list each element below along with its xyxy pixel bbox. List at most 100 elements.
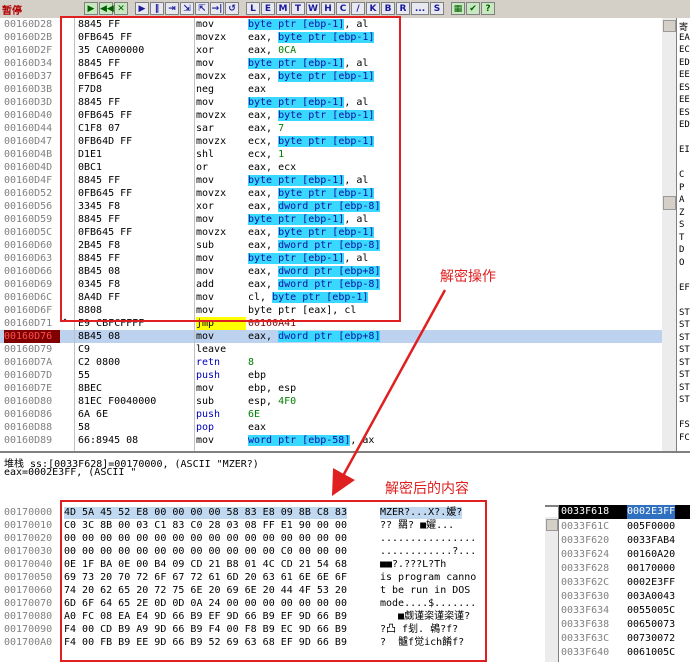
toolbar-button[interactable]: T [291,2,305,15]
toolbar-button[interactable]: L [246,2,260,15]
stack-value: 00170000 [627,563,676,574]
stack-row[interactable]: 0033F634 0055005C [559,604,690,618]
toolbar-button[interactable]: B [381,2,395,15]
decrypted-content-annotation: 解密后的内容 [385,481,469,497]
stack-value: 0002E3FF [627,505,676,519]
stack-row[interactable]: 0033F624 00160A20 [559,548,690,562]
register-label: ST [679,320,690,330]
toolbar-button[interactable]: ✕ [114,2,128,15]
toolbar-button[interactable]: / [351,2,365,15]
toolbar-button[interactable]: E [261,2,275,15]
dump-address: 00170080 [4,611,53,622]
toolbar-button[interactable]: ... [411,2,429,15]
instruction-bytes: 8BEC [78,383,103,394]
toolbar-button[interactable]: ⇥ [165,2,179,15]
toolbar-button[interactable]: H [321,2,335,15]
instruction-address: 00160D3D [4,97,53,108]
scroll-thumb[interactable] [663,196,676,210]
toolbar-button[interactable]: ⇱ [195,2,209,15]
register-label: ST [679,395,690,405]
instruction-address: 00160D60 [4,240,53,251]
register-label: A [679,195,685,205]
toolbar-button[interactable]: R [396,2,410,15]
register-label: EC [679,45,690,55]
stack-value: 00650073 [627,619,676,630]
registers-pane: 寄 EA EC ED EE ES EE ES ED EI C P A Z S T D O EF ST ST ST ST ST S… [676,18,690,451]
dump-scrollbar[interactable] [545,517,558,662]
stack-row[interactable]: 0033F61C 005F0000 [559,520,690,534]
toolbar-button[interactable]: S [430,2,444,15]
scroll-thumb[interactable] [546,519,558,531]
instruction-address: 00160D66 [4,266,53,277]
toolbar-button[interactable]: ▶ [135,2,149,15]
instruction-address: 00160D88 [4,422,53,433]
instruction-address: 00160D79 [4,344,53,355]
toolbar-button[interactable]: →| [210,2,224,15]
toolbar-button[interactable]: W [306,2,320,15]
toolbar-button[interactable]: ‖ [150,2,164,15]
instruction-bytes: 66:8945 08 [78,435,139,446]
stack-row[interactable]: 0033F638 00650073 [559,618,690,632]
instruction-address: 00160D69 [4,279,53,290]
stack-row[interactable]: 0033F62C 0002E3FF [559,576,690,590]
register-label: ES [679,82,690,93]
register-label: ST [679,382,690,393]
debugger-state-label: 暂停 [2,6,22,17]
stack-address: 0033F628 [561,563,610,574]
instruction-address: 00160D28 [4,19,53,30]
instruction-address: 00160D44 [4,123,53,134]
stack-row[interactable]: 0033F620 0033FAB4 [559,534,690,548]
instruction-bytes: C2 0800 [78,357,121,368]
instruction-bytes: 81EC F0040000 [78,396,157,407]
toolbar-button[interactable]: ✔ [466,2,480,15]
toolbar-button[interactable]: C [336,2,350,15]
mnemonic: mov [196,383,215,394]
stack-address: 0033F620 [561,535,610,546]
stack-value: 003A0043 [627,591,676,602]
instruction-address: 00160D37 [4,71,53,82]
toolbar-button[interactable]: ↺ [225,2,239,15]
stack-row[interactable]: 0033F630 003A0043 [559,590,690,604]
instruction-address: 00160D86 [4,409,53,420]
register-label: EI [679,145,690,155]
info-line-eax: eax=0002E3FF, (ASCII " [4,467,137,478]
stack-row[interactable]: 0033F628 00170000 [559,562,690,576]
stack-pane[interactable]: 0033F618 0002E3FF 0033F61C 005F0000 0033F620… [558,505,690,662]
instruction-address: 00160D4F [4,175,53,186]
instruction-address: 00160D76 [4,330,60,343]
toolbar-button[interactable]: K [366,2,380,15]
register-label: ED [679,120,690,130]
toolbar-button[interactable]: ▦ [451,2,465,15]
toolbar-button[interactable]: ? [481,2,495,15]
stack-value: 0061005C [627,647,676,658]
instruction-address: 00160D6C [4,292,53,303]
toolbar-button[interactable]: ◀◀ [99,2,114,15]
stack-top-row[interactable]: 0033F618 0002E3FF [559,505,690,519]
dump-address: 00170040 [4,559,53,570]
scroll-up-button[interactable] [663,20,676,32]
stack-address: 0033F640 [561,647,610,658]
toolbar-button[interactable]: ⇲ [180,2,194,15]
toolbar-button[interactable]: M [276,2,290,15]
stack-value: 0055005C [627,605,676,616]
stack-row[interactable]: 0033F63C 00730072 [559,632,690,646]
register-label: EE [679,70,690,80]
mnemonic: sub [196,396,215,407]
stack-row[interactable]: 0033F640 0061005C [559,646,690,660]
instruction-bytes: 55 [78,370,91,381]
register-label: EA [679,32,690,43]
operand-part: 4F0 [278,396,297,407]
stack-address: 0033F624 [561,549,610,560]
stack-address: 0033F630 [561,591,610,602]
dump-address: 001700A0 [4,637,53,648]
toolbar-button[interactable]: ▶ [84,2,98,15]
instruction-bytes: C9 [78,344,91,355]
disassembly-scrollbar[interactable] [662,18,676,451]
dump-address: 00170010 [4,520,53,531]
mnemonic: mov [196,435,215,446]
operand-part: eax, [248,331,279,342]
instruction-address: 00160D71 [4,318,53,329]
instruction-address: 00160D6F [4,305,53,316]
register-label: ES [679,107,690,118]
register-label: EF [679,282,690,293]
